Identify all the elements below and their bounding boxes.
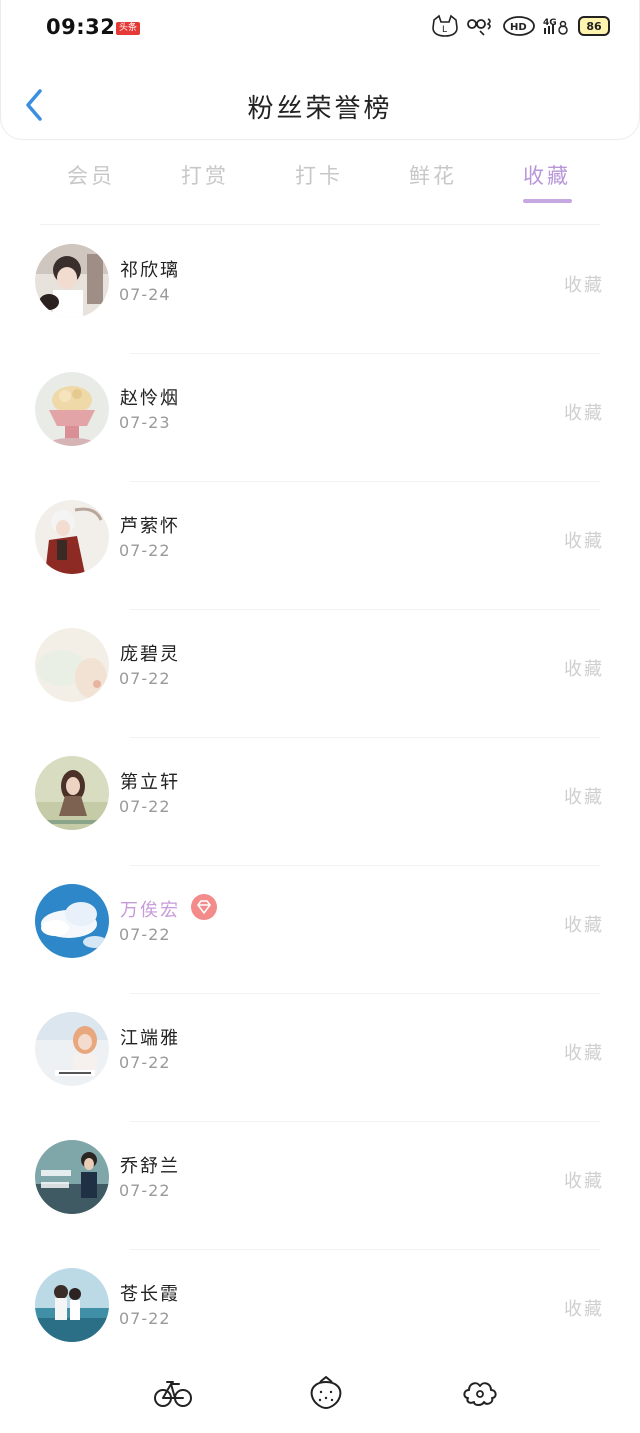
nav-flower[interactable] xyxy=(460,1372,500,1412)
fan-date: 07-23 xyxy=(119,413,171,432)
active-tab-indicator xyxy=(523,199,572,203)
fan-date: 07-22 xyxy=(119,541,171,560)
fan-status: 收藏 xyxy=(564,659,604,680)
fan-name: 万俟宏 xyxy=(120,900,180,921)
hd-icon: HD xyxy=(503,16,535,36)
vip-badge xyxy=(191,894,217,920)
nav-strawberry[interactable] xyxy=(306,1372,346,1412)
avatar xyxy=(35,884,109,958)
bicycle-icon xyxy=(154,1381,192,1407)
avatar xyxy=(35,628,109,702)
bottom-nav xyxy=(0,1360,640,1433)
svg-text:HD: HD xyxy=(510,22,527,33)
avatar xyxy=(35,1268,109,1342)
avatar xyxy=(35,244,109,318)
fan-status: 收藏 xyxy=(564,275,604,296)
list-item[interactable]: 祁欣璃 07-24 收藏 xyxy=(0,226,640,354)
fan-status: 收藏 xyxy=(564,1171,604,1192)
list-item[interactable]: 庞碧灵 07-22 收藏 xyxy=(0,610,640,738)
fan-date: 07-22 xyxy=(119,1053,171,1072)
list-item[interactable]: 万俟宏 07-22 收藏 xyxy=(0,866,640,994)
fan-name: 庞碧灵 xyxy=(120,644,180,665)
signal-glyph-icon xyxy=(467,18,491,36)
fan-name: 乔舒兰 xyxy=(120,1156,180,1177)
fan-status: 收藏 xyxy=(564,531,604,552)
fan-status: 收藏 xyxy=(564,1299,604,1320)
4g-signal-icon: 4G xyxy=(543,18,568,35)
nav-bicycle[interactable] xyxy=(153,1372,193,1412)
status-icons: L HD 4G 86 xyxy=(430,14,610,38)
fan-status: 收藏 xyxy=(564,1043,604,1064)
fan-date: 07-22 xyxy=(119,797,171,816)
fan-name: 赵怜烟 xyxy=(120,388,180,409)
fan-name: 芦萦怀 xyxy=(120,516,180,537)
list-item[interactable]: 芦萦怀 07-22 收藏 xyxy=(0,482,640,610)
strawberry-icon xyxy=(310,1376,342,1410)
page-title: 粉丝荣誉榜 xyxy=(247,94,393,124)
fan-status: 收藏 xyxy=(564,915,604,936)
battery-icon: 86 xyxy=(578,16,610,36)
avatar xyxy=(35,372,109,446)
avatar xyxy=(35,1012,109,1086)
flower-cloud-icon xyxy=(463,1382,497,1406)
fan-date: 07-24 xyxy=(119,285,171,304)
list-item[interactable]: 苍长霞 07-22 收藏 xyxy=(0,1250,640,1378)
tab-rewards[interactable]: 打赏 xyxy=(170,160,240,190)
avatar xyxy=(35,1140,109,1214)
fan-status: 收藏 xyxy=(564,403,604,424)
list-item[interactable]: 赵怜烟 07-23 收藏 xyxy=(0,354,640,482)
list-item[interactable]: 第立轩 07-22 收藏 xyxy=(0,738,640,866)
avatar xyxy=(35,500,109,574)
battery-level: 86 xyxy=(586,19,602,33)
fan-name: 苍长霞 xyxy=(120,1284,180,1305)
status-time: 09:32 xyxy=(46,15,116,39)
tab-flowers[interactable]: 鲜花 xyxy=(398,160,468,190)
fan-date: 07-22 xyxy=(119,1181,171,1200)
diamond-icon xyxy=(197,900,211,914)
fan-date: 07-22 xyxy=(119,1309,171,1328)
list-item[interactable]: 乔舒兰 07-22 收藏 xyxy=(0,1122,640,1250)
fan-name: 祁欣璃 xyxy=(120,260,180,281)
fan-status: 收藏 xyxy=(564,787,604,808)
cat-icon: L xyxy=(432,14,458,37)
avatar xyxy=(35,756,109,830)
tab-members[interactable]: 会员 xyxy=(56,160,126,190)
fan-name: 江端雅 xyxy=(120,1028,180,1049)
fan-name: 第立轩 xyxy=(120,772,180,793)
svg-text:L: L xyxy=(442,25,447,35)
tab-checkin[interactable]: 打卡 xyxy=(284,160,354,190)
divider xyxy=(40,224,600,225)
fan-date: 07-22 xyxy=(119,925,171,944)
list-item[interactable]: 江端雅 07-22 收藏 xyxy=(0,994,640,1122)
status-app-badge: 头条 xyxy=(116,22,141,35)
tab-favorites[interactable]: 收藏 xyxy=(512,160,582,190)
tab-bar: 会员 打赏 打卡 鲜花 收藏 xyxy=(0,150,640,210)
fan-date: 07-22 xyxy=(119,669,171,688)
status-bar: 09:32 头条 L HD 4G 86 xyxy=(0,0,640,58)
